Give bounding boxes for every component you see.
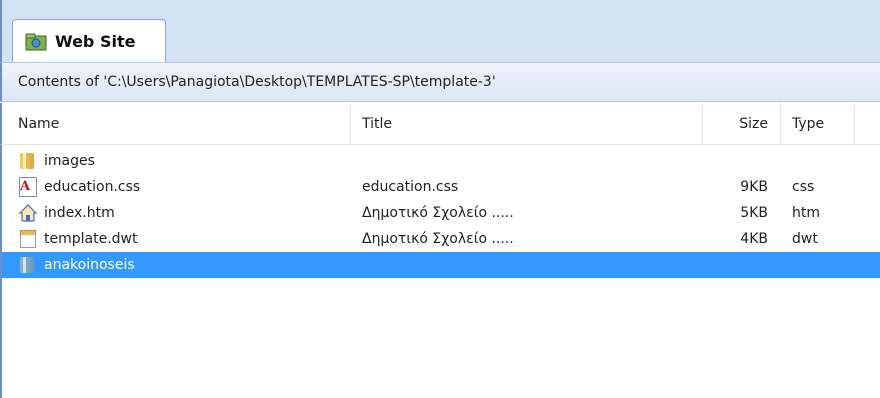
file-type: dwt <box>792 231 818 247</box>
template-file-icon <box>18 229 38 249</box>
home-page-icon <box>18 203 38 223</box>
file-title: Δημοτικό Σχολείο ..... <box>362 231 514 247</box>
list-item[interactable]: A education.css education.css 9KB css <box>2 174 880 200</box>
file-size: 9KB <box>740 179 768 195</box>
web-site-window: Web Site Contents of 'C:\Users\Panagiota… <box>0 0 880 398</box>
file-type: htm <box>792 205 820 221</box>
file-list: images A education.css education.css 9KB… <box>0 145 880 398</box>
column-divider[interactable] <box>854 103 855 145</box>
file-title: education.css <box>362 179 459 195</box>
list-item[interactable]: images <box>2 148 880 174</box>
file-name: images <box>44 153 95 169</box>
tab-web-site[interactable]: Web Site <box>12 19 166 63</box>
file-title: Δημοτικό Σχολείο ..... <box>362 205 514 221</box>
file-size <box>702 148 768 174</box>
column-header-size[interactable]: Size <box>702 103 768 145</box>
list-item[interactable]: index.htm Δημοτικό Σχολείο ..... 5KB htm <box>2 200 880 226</box>
tab-label: Web Site <box>55 32 136 51</box>
column-header-title[interactable]: Title <box>362 103 392 145</box>
path-text: Contents of 'C:\Users\Panagiota\Desktop\… <box>18 74 496 90</box>
folder-icon <box>18 151 38 171</box>
file-name: template.dwt <box>44 231 138 247</box>
file-size <box>702 252 768 278</box>
path-bar: Contents of 'C:\Users\Panagiota\Desktop\… <box>0 62 880 102</box>
file-type: css <box>792 179 815 195</box>
file-name: education.css <box>44 179 141 195</box>
tab-strip: Web Site <box>0 0 880 63</box>
column-divider[interactable] <box>350 103 351 145</box>
file-name: anakoinoseis <box>44 257 135 273</box>
column-header-type[interactable]: Type <box>792 103 824 145</box>
file-size: 5KB <box>740 205 768 221</box>
list-item-selected[interactable]: anakoinoseis <box>2 252 880 278</box>
column-header-name[interactable]: Name <box>18 103 59 145</box>
list-item[interactable]: template.dwt Δημοτικό Σχολείο ..... 4KB … <box>2 226 880 252</box>
website-icon <box>25 33 47 51</box>
css-file-icon: A <box>18 177 38 197</box>
column-divider[interactable] <box>780 103 781 145</box>
file-size: 4KB <box>740 231 768 247</box>
column-header: Name Title Size Type <box>0 103 880 145</box>
file-name: index.htm <box>44 205 115 221</box>
folder-icon <box>18 255 38 275</box>
